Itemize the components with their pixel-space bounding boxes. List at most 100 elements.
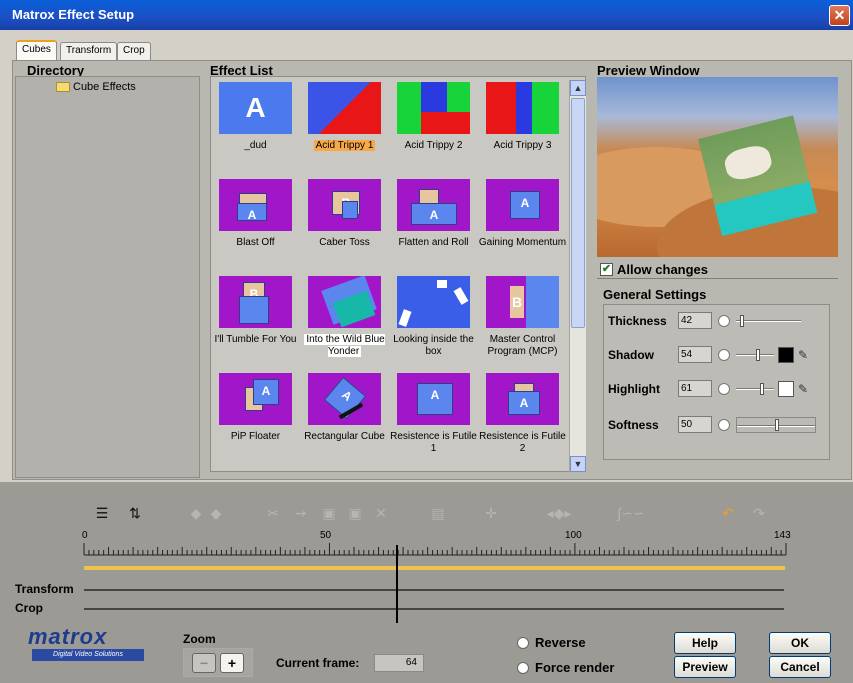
next-keyframe-icon[interactable]: ◆ — [205, 504, 227, 522]
keyframe-icon[interactable]: ⇅ — [124, 504, 146, 522]
current-frame-label: Current frame: — [276, 656, 360, 670]
slider-knob[interactable] — [756, 348, 760, 361]
force-render-radio[interactable]: Force render — [517, 660, 614, 675]
redo-icon[interactable]: ↷ — [748, 504, 770, 522]
timeline-range-bar[interactable] — [84, 566, 785, 570]
directory-item-cube-effects[interactable]: Cube Effects — [56, 81, 136, 93]
thickness-value[interactable]: 42 — [678, 312, 712, 329]
softness-slider[interactable] — [736, 416, 816, 433]
help-button[interactable]: Help — [674, 632, 736, 654]
crop-track-label: Crop — [15, 601, 43, 615]
crop-track[interactable] — [84, 608, 784, 610]
preview-button[interactable]: Preview — [674, 656, 736, 678]
spin-icon[interactable] — [718, 418, 730, 431]
effect-thumbnail: B — [308, 179, 381, 231]
effect-item[interactable]: B I'll Tumble For You — [211, 276, 300, 346]
effect-item[interactable]: Acid Trippy 2 — [389, 82, 478, 152]
effect-thumbnail: A — [397, 373, 470, 425]
scroll-down-button[interactable]: ▼ — [570, 456, 586, 472]
shadow-slider[interactable] — [736, 348, 774, 361]
eyedropper-icon[interactable]: ✎ — [798, 383, 810, 395]
interpolation-icon[interactable]: ◂◆▸ — [536, 504, 582, 522]
effect-item[interactable]: A Resistence is Futile 1 — [389, 373, 478, 455]
list-menu-icon[interactable]: ☰ — [91, 504, 113, 522]
effect-item[interactable]: A Flatten and Roll — [389, 179, 478, 249]
zoom-in-button[interactable]: + — [220, 653, 244, 673]
paste-icon[interactable]: ▣ — [318, 504, 340, 522]
zoom-label: Zoom — [183, 632, 216, 646]
shadow-color-swatch[interactable] — [778, 346, 794, 363]
effect-item[interactable]: Into the Wild Blue Yonder — [300, 276, 389, 358]
center-icon[interactable]: ✛ — [480, 504, 502, 522]
playhead[interactable] — [396, 545, 398, 623]
effect-label: Master Control Program (MCP) — [487, 334, 558, 357]
effect-thumbnail: A — [308, 373, 381, 425]
spin-icon[interactable] — [718, 382, 730, 395]
checkmark-icon: ✔ — [600, 263, 613, 276]
prev-keyframe-icon[interactable]: ◆ — [185, 504, 207, 522]
thickness-slider[interactable] — [736, 314, 801, 327]
reverse-radio[interactable]: Reverse — [517, 635, 586, 650]
radio-icon — [517, 661, 529, 674]
effect-thumbnail — [397, 82, 470, 134]
scroll-up-button[interactable]: ▲ — [570, 80, 586, 96]
ruler-label-end: 143 — [774, 530, 791, 541]
ok-button[interactable]: OK — [769, 632, 831, 654]
title-bar: Matrox Effect Setup ✕ — [0, 0, 853, 30]
eyedropper-icon[interactable]: ✎ — [798, 349, 810, 361]
paste-special-icon[interactable]: ▣ — [344, 504, 366, 522]
tab-crop[interactable]: Crop — [117, 42, 151, 60]
close-button[interactable]: ✕ — [829, 5, 850, 26]
slider-knob[interactable] — [760, 382, 764, 395]
effect-item[interactable]: A Resistence is Futile 2 — [478, 373, 567, 455]
effect-item[interactable]: A _dud — [211, 82, 300, 152]
copy-icon[interactable]: ➙ — [290, 504, 312, 522]
effect-thumbnail — [486, 82, 559, 134]
effect-list-scrollbar[interactable]: ▲ ▼ — [569, 80, 586, 472]
effect-item[interactable]: Acid Trippy 1 — [300, 82, 389, 152]
highlight-value[interactable]: 61 — [678, 380, 712, 397]
tab-transform[interactable]: Transform — [60, 42, 118, 60]
cut-icon[interactable]: ✂ — [262, 504, 284, 522]
slider-knob[interactable] — [775, 418, 779, 431]
zoom-out-button[interactable]: − — [192, 653, 216, 673]
effect-thumbnail: A — [486, 373, 559, 425]
highlight-slider[interactable] — [736, 382, 774, 395]
effect-label-hover: Into the Wild Blue Yonder — [304, 334, 385, 357]
effect-item[interactable]: A PiP Floater — [211, 373, 300, 443]
effect-item[interactable]: Acid Trippy 3 — [478, 82, 567, 152]
effect-item[interactable]: Looking inside the box — [389, 276, 478, 358]
slider-knob[interactable] — [740, 314, 744, 327]
effect-item[interactable]: B Master Control Program (MCP) — [478, 276, 567, 358]
general-settings-title: General Settings — [603, 287, 707, 302]
ease-curves-icon[interactable]: ∫∽∽ — [606, 504, 656, 522]
softness-row: Softness 50 — [608, 416, 816, 433]
highlight-color-swatch[interactable] — [778, 380, 794, 397]
effect-item[interactable]: A Rectangular Cube — [300, 373, 389, 443]
shadow-row: Shadow 54 ✎ — [608, 346, 810, 363]
undo-icon[interactable]: ↶ — [717, 504, 739, 522]
transform-track[interactable] — [84, 589, 784, 591]
effect-item[interactable]: A Blast Off — [211, 179, 300, 249]
spin-icon[interactable] — [718, 314, 730, 327]
scroll-thumb[interactable] — [571, 98, 585, 328]
effect-item[interactable]: A Gaining Momentum — [478, 179, 567, 249]
effect-label: Acid Trippy 3 — [493, 140, 552, 151]
directory-item-label: Cube Effects — [73, 81, 136, 93]
thickness-label: Thickness — [608, 313, 667, 328]
highlight-row: Highlight 61 ✎ — [608, 380, 810, 397]
spin-icon[interactable] — [718, 348, 730, 361]
effect-thumbnail: A — [397, 179, 470, 231]
ruler-label-start: 0 — [82, 530, 88, 541]
delete-icon[interactable]: ✕ — [370, 504, 392, 522]
cancel-button[interactable]: Cancel — [769, 656, 831, 678]
effect-item[interactable]: B Caber Toss — [300, 179, 389, 249]
softness-value[interactable]: 50 — [678, 416, 712, 433]
current-frame-field[interactable]: 64 — [374, 654, 424, 672]
logo-text: matrox — [28, 624, 108, 649]
ruler-label-50: 50 — [320, 530, 332, 541]
select-range-icon[interactable]: ▤ — [427, 504, 449, 522]
allow-changes-checkbox[interactable]: ✔ Allow changes — [600, 262, 708, 277]
shadow-value[interactable]: 54 — [678, 346, 712, 363]
tab-cubes[interactable]: Cubes — [16, 40, 57, 60]
